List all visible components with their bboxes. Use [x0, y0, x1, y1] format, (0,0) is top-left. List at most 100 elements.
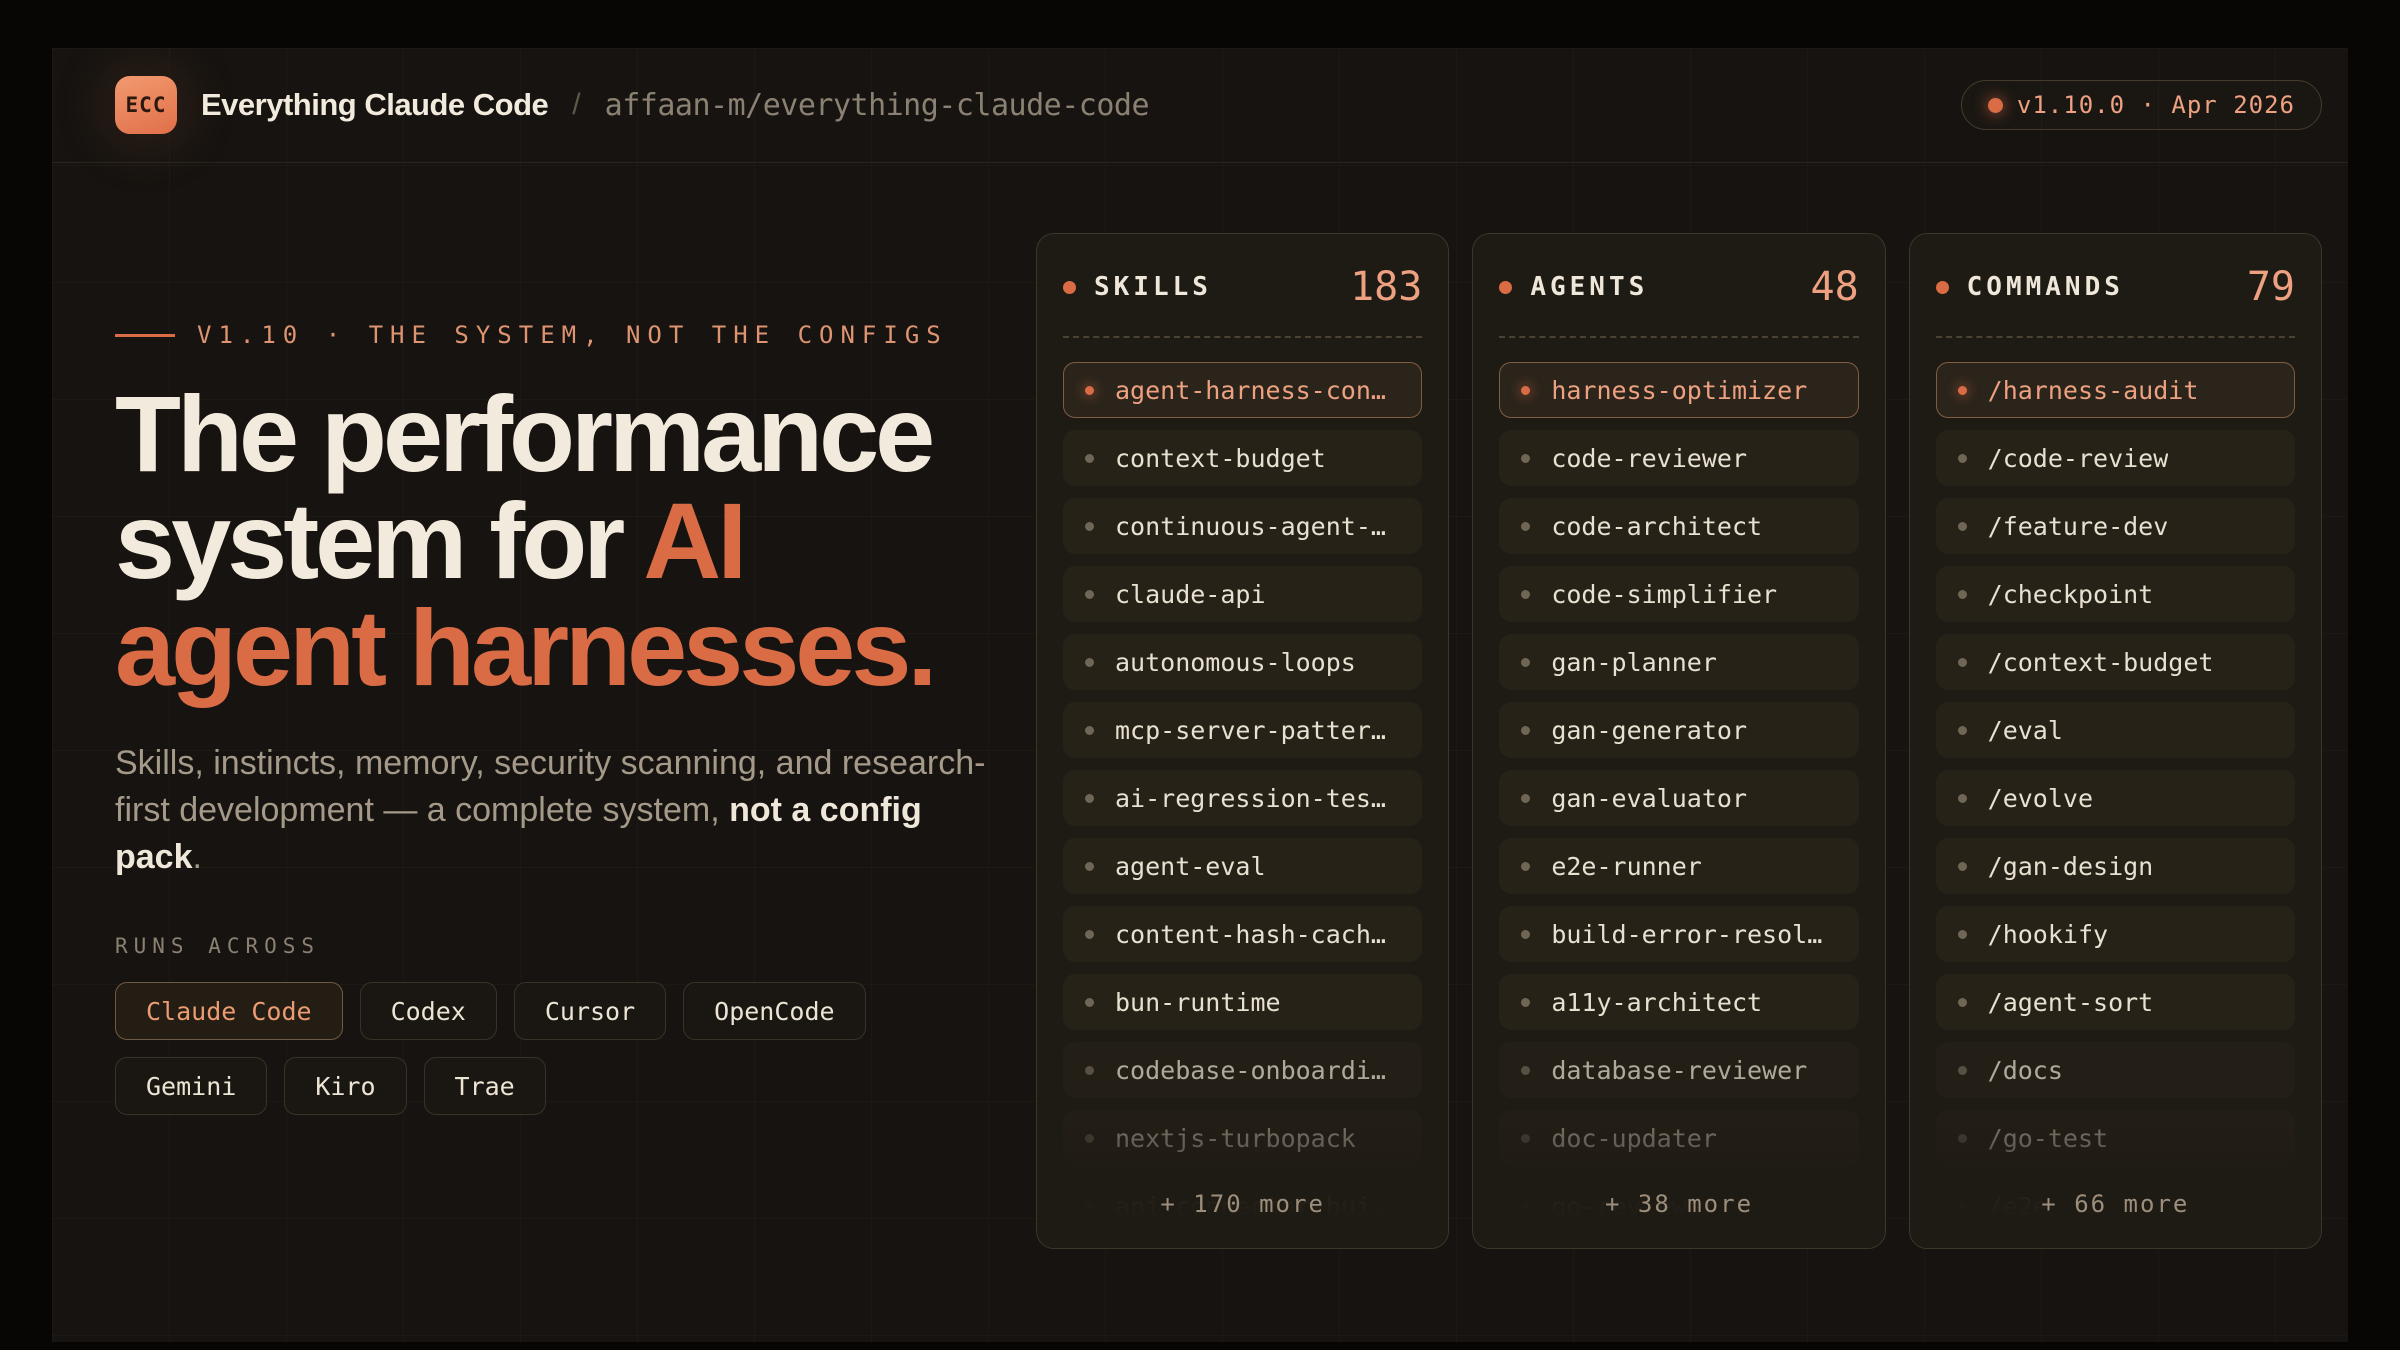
collection-cards: SKILLS 183 agent-harness-constr…: [1036, 163, 2322, 1249]
item-dot-icon: [1085, 998, 1094, 1007]
list-item[interactable]: /context-budget: [1936, 634, 2295, 690]
item-label: nextjs-turbopack: [1115, 1124, 1356, 1153]
list-item[interactable]: doc-updater: [1499, 1110, 1858, 1166]
item-dot-icon: [1958, 794, 1967, 803]
list-item[interactable]: nextjs-turbopack: [1063, 1110, 1422, 1166]
item-dot-icon: [1521, 998, 1530, 1007]
list-item[interactable]: content-hash-cache-p…: [1063, 906, 1422, 962]
list-item[interactable]: gan-planner: [1499, 634, 1858, 690]
item-label: doc-updater: [1551, 1124, 1717, 1153]
harness-chip[interactable]: Trae: [424, 1057, 546, 1115]
list-item[interactable]: gan-evaluator: [1499, 770, 1858, 826]
list-item[interactable]: code-simplifier: [1499, 566, 1858, 622]
list-item[interactable]: a11y-architect: [1499, 974, 1858, 1030]
harness-chip-label: Trae: [455, 1072, 515, 1101]
item-list: harness-optimizer code-reviewer code-arc…: [1499, 362, 1858, 1234]
list-item[interactable]: /feature-dev: [1936, 498, 2295, 554]
item-dot-icon: [1521, 658, 1530, 667]
item-label: continuous-agent-loop: [1115, 512, 1400, 541]
item-list: /harness-audit /code-review /feature-dev: [1936, 362, 2295, 1234]
list-item[interactable]: agent-harness-constr…: [1063, 362, 1422, 418]
breadcrumb-separator: /: [572, 88, 580, 122]
heading-line3-accent: agent harnesses.: [115, 587, 933, 708]
harness-chip[interactable]: Codex: [360, 982, 497, 1040]
item-label: gan-generator: [1551, 716, 1747, 745]
breadcrumb-repo-link[interactable]: affaan-m/everything-claude-code: [605, 88, 1149, 123]
harness-chip[interactable]: OpenCode: [683, 982, 865, 1040]
item-label: context-budget: [1115, 444, 1326, 473]
item-label: /feature-dev: [1988, 512, 2169, 541]
harness-chip[interactable]: Cursor: [514, 982, 666, 1040]
item-dot-icon: [1085, 590, 1094, 599]
list-item[interactable]: /docs: [1936, 1042, 2295, 1098]
harness-chip[interactable]: Kiro: [284, 1057, 406, 1115]
item-label: code-reviewer: [1551, 444, 1747, 473]
list-item[interactable]: /gan-design: [1936, 838, 2295, 894]
version-badge: v1.10.0 · Apr 2026: [1961, 80, 2322, 130]
item-dot-icon: [1085, 454, 1094, 463]
page-surface: ECC Everything Claude Code / affaan-m/ev…: [52, 48, 2348, 1342]
list-item[interactable]: database-reviewer: [1499, 1042, 1858, 1098]
list-item[interactable]: gan-generator: [1499, 702, 1858, 758]
list-item[interactable]: /eval: [1936, 702, 2295, 758]
list-item[interactable]: context-budget: [1063, 430, 1422, 486]
item-label: /checkpoint: [1988, 580, 2154, 609]
list-item[interactable]: /agent-sort: [1936, 974, 2295, 1030]
eyebrow: V1.10 · THE SYSTEM, NOT THE CONFIGS: [115, 321, 1036, 349]
harness-chip[interactable]: Claude Code: [115, 982, 343, 1040]
item-dot-icon: [1521, 590, 1530, 599]
list-item[interactable]: build-error-resolver: [1499, 906, 1858, 962]
list-item[interactable]: e2e-runner: [1499, 838, 1858, 894]
list-item[interactable]: continuous-agent-loop: [1063, 498, 1422, 554]
card-count: 183: [1350, 264, 1422, 310]
item-label: /eval: [1988, 716, 2063, 745]
item-label: database-reviewer: [1551, 1056, 1807, 1085]
list-item[interactable]: harness-optimizer: [1499, 362, 1858, 418]
more-items-link[interactable]: + 38 more: [1473, 1190, 1884, 1218]
dashed-divider: [1063, 336, 1422, 338]
heading-line1: The performance: [115, 373, 931, 494]
item-label: e2e-runner: [1551, 852, 1702, 881]
list-item[interactable]: claude-api: [1063, 566, 1422, 622]
runs-across-label: RUNS ACROSS: [115, 934, 1036, 958]
heading-line2-plain: system for: [115, 480, 643, 601]
item-dot-icon: [1521, 726, 1530, 735]
harness-chip-label: OpenCode: [714, 997, 834, 1026]
list-item[interactable]: codebase-onboarding: [1063, 1042, 1422, 1098]
harness-chip[interactable]: Gemini: [115, 1057, 267, 1115]
item-dot-icon: [1521, 522, 1530, 531]
list-item[interactable]: /checkpoint: [1936, 566, 2295, 622]
list-item[interactable]: /evolve: [1936, 770, 2295, 826]
item-label: /context-budget: [1988, 648, 2214, 677]
list-item[interactable]: /code-review: [1936, 430, 2295, 486]
list-item[interactable]: /go-test: [1936, 1110, 2295, 1166]
item-label: gan-evaluator: [1551, 784, 1747, 813]
more-items-link[interactable]: + 66 more: [1910, 1190, 2321, 1218]
item-dot-icon: [1958, 998, 1967, 1007]
list-item[interactable]: bun-runtime: [1063, 974, 1422, 1030]
list-item[interactable]: /harness-audit: [1936, 362, 2295, 418]
main-content: V1.10 · THE SYSTEM, NOT THE CONFIGS The …: [115, 163, 2322, 1249]
item-label: bun-runtime: [1115, 988, 1281, 1017]
list-item[interactable]: /hookify: [1936, 906, 2295, 962]
item-dot-icon: [1521, 386, 1530, 395]
ecc-logo[interactable]: ECC: [115, 76, 177, 134]
more-items-link[interactable]: + 170 more: [1037, 1190, 1448, 1218]
item-dot-icon: [1958, 1134, 1967, 1143]
item-label: /docs: [1988, 1056, 2063, 1085]
item-label: /gan-design: [1988, 852, 2154, 881]
list-item[interactable]: code-reviewer: [1499, 430, 1858, 486]
footer: 310 SKILLS + AGENTS + CMDS 7 HARNESSES E…: [104, 1316, 2296, 1342]
item-dot-icon: [1521, 1134, 1530, 1143]
site-title: Everything Claude Code: [201, 87, 548, 123]
list-item[interactable]: autonomous-loops: [1063, 634, 1422, 690]
eyebrow-label: V1.10 · THE SYSTEM, NOT THE CONFIGS: [197, 321, 948, 349]
hero-section: V1.10 · THE SYSTEM, NOT THE CONFIGS The …: [115, 163, 1036, 1249]
collection-card: COMMANDS 79 /harness-audit: [1909, 233, 2322, 1249]
list-item[interactable]: code-architect: [1499, 498, 1858, 554]
list-item[interactable]: ai-regression-testing: [1063, 770, 1422, 826]
list-item[interactable]: agent-eval: [1063, 838, 1422, 894]
card-header: AGENTS 48: [1499, 264, 1858, 310]
list-item[interactable]: mcp-server-patterns: [1063, 702, 1422, 758]
item-dot-icon: [1521, 1066, 1530, 1075]
